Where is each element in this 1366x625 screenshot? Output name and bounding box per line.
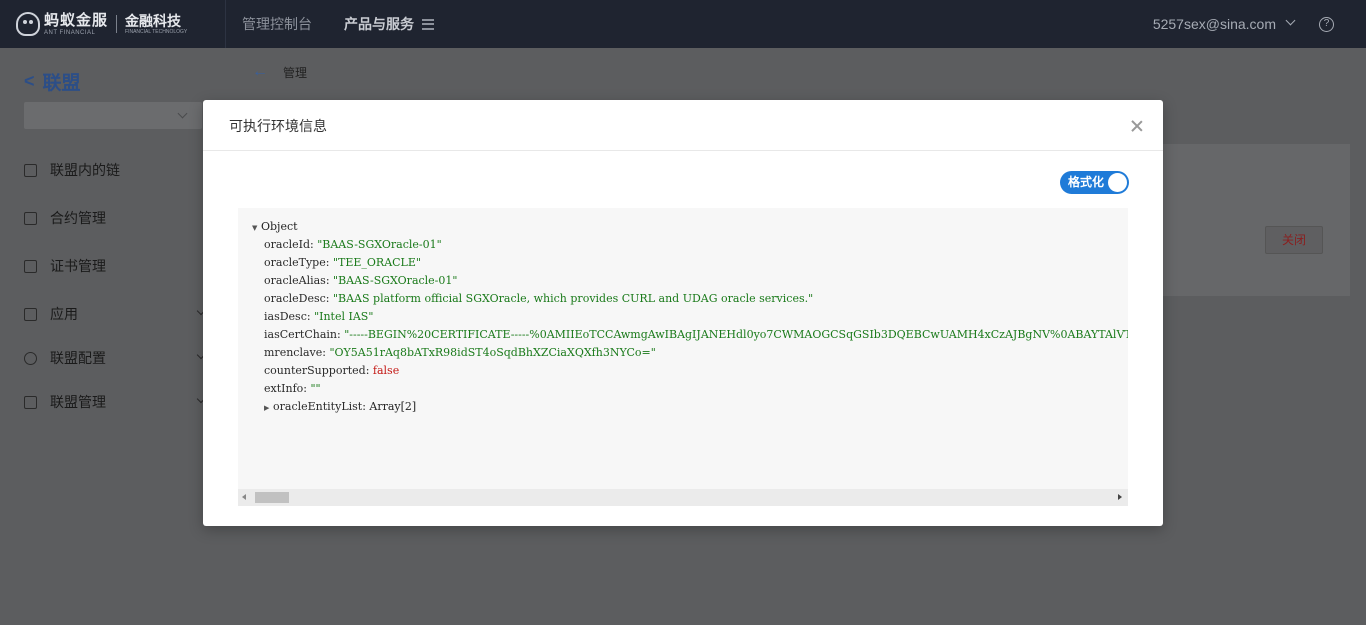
- modal-title: 可执行环境信息: [229, 118, 327, 134]
- json-field[interactable]: ▶ oracleEntityList: Array[2]: [252, 398, 1128, 416]
- scroll-left-icon[interactable]: [242, 494, 246, 500]
- json-value: "BAAS platform official SGXOracle, which…: [332, 292, 814, 305]
- back-arrow-icon[interactable]: ←: [252, 63, 268, 81]
- nav-products-services[interactable]: 产品与服务: [344, 14, 414, 34]
- sidebar-item-label: 应用: [50, 306, 78, 322]
- logo-name-en: ANT FINANCIAL: [44, 29, 96, 36]
- json-colon: :: [365, 364, 373, 377]
- sidebar-item-management[interactable]: 联盟管理: [24, 392, 210, 412]
- json-key: oracleId: [264, 238, 311, 251]
- close-icon[interactable]: [1129, 118, 1145, 134]
- json-root-label: Object: [261, 220, 298, 233]
- help-icon[interactable]: ?: [1319, 17, 1334, 32]
- json-field: iasCertChain: "-----BEGIN%20CERTIFICATE-…: [252, 326, 1128, 344]
- toggle-knob: [1108, 173, 1127, 192]
- json-value: "OY5A51rAq8bATxR98idST4oSqdBhXZCiaXQXfh3…: [329, 346, 656, 359]
- json-key: oracleType: [264, 256, 326, 269]
- sidebar-title[interactable]: < 联盟: [24, 68, 81, 95]
- json-value: "Intel IAS": [314, 310, 374, 323]
- sidebar-item-apps[interactable]: 应用: [24, 304, 210, 324]
- cube-icon: [24, 163, 37, 177]
- logo-name-cn: 蚂蚁金服: [44, 11, 109, 29]
- sidebar-item-contracts[interactable]: 合约管理: [24, 208, 210, 228]
- json-field: oracleDesc: "BAAS platform official SGXO…: [252, 290, 1128, 308]
- json-key: mrenclave: [264, 346, 323, 359]
- sidebar-item-chains[interactable]: 联盟内的链: [24, 160, 210, 180]
- json-viewer[interactable]: ▼ Object oracleId: "BAAS-SGXOracle-01" ora…: [238, 208, 1128, 506]
- format-toggle[interactable]: 格式化: [1060, 171, 1129, 194]
- sidebar-item-label: 联盟内的链: [50, 162, 120, 178]
- environment-info-modal: 可执行环境信息 格式化 ▼ Object oracleId: "BAAS-SGXO…: [203, 100, 1163, 526]
- close-button[interactable]: 关闭: [1265, 226, 1323, 254]
- json-field: oracleAlias: "BAAS-SGXOracle-01": [252, 272, 1128, 290]
- modal-header: 可执行环境信息: [203, 100, 1163, 151]
- json-colon: :: [325, 274, 334, 287]
- json-field: iasDesc: "Intel IAS": [252, 308, 1128, 326]
- json-colon: :: [325, 256, 333, 269]
- scroll-thumb[interactable]: [255, 492, 289, 503]
- triangle-down-icon[interactable]: ▼: [252, 219, 258, 237]
- breadcrumb: 管理: [283, 66, 308, 80]
- sidebar-item-certificates[interactable]: 证书管理: [24, 256, 210, 276]
- json-value: "BAAS-SGXOracle-01": [317, 238, 442, 251]
- json-root[interactable]: ▼ Object: [252, 218, 1128, 236]
- json-value: "-----BEGIN%20CERTIFICATE-----%0AMIIEoTC…: [344, 328, 1128, 341]
- sidebar-item-label: 合约管理: [50, 210, 106, 226]
- json-key: iasCertChain: [264, 328, 337, 341]
- terminal-icon: [24, 211, 37, 225]
- json-value: Array[2]: [369, 400, 417, 413]
- json-field: counterSupported: false: [252, 362, 1128, 380]
- book-icon: [24, 259, 37, 273]
- json-key: extInfo: [264, 382, 304, 395]
- scroll-right-icon[interactable]: [1118, 494, 1122, 500]
- sidebar-item-config[interactable]: 联盟配置: [24, 348, 210, 368]
- json-value: "BAAS-SGXOracle-01": [333, 274, 458, 287]
- json-colon: :: [306, 310, 315, 323]
- json-value: "": [310, 382, 321, 395]
- json-field: mrenclave: "OY5A51rAq8bATxR98idST4oSqdBh…: [252, 344, 1128, 362]
- logo-fin-cn: 金融科技: [125, 12, 182, 29]
- chain-select[interactable]: [24, 102, 202, 129]
- back-arrow-icon[interactable]: <: [24, 71, 35, 92]
- json-field: extInfo: "": [252, 380, 1128, 398]
- json-value: false: [372, 364, 400, 377]
- json-field: oracleType: "TEE_ORACLE": [252, 254, 1128, 272]
- sidebar: < 联盟 联盟内的链 合约管理 证书管理 应用 联盟配置 联盟管理: [0, 48, 226, 625]
- gear-icon: [24, 351, 37, 365]
- chevron-down-icon[interactable]: [1285, 15, 1296, 26]
- format-toggle-label: 格式化: [1068, 175, 1105, 189]
- logo[interactable]: 蚂蚁金服 ANT FINANCIAL 金融科技 FINANCIAL TECHNO…: [0, 0, 226, 48]
- grid-icon: [24, 307, 37, 321]
- menu-icon[interactable]: [422, 18, 434, 30]
- json-tree: ▼ Object oracleId: "BAAS-SGXOracle-01" ora…: [252, 218, 1128, 416]
- json-colon: :: [325, 292, 333, 305]
- document-icon: [24, 395, 37, 409]
- sidebar-item-label: 联盟配置: [50, 350, 106, 366]
- json-key: oracleEntityList: [273, 400, 363, 413]
- top-navigation-bar: 蚂蚁金服 ANT FINANCIAL 金融科技 FINANCIAL TECHNO…: [0, 0, 1366, 48]
- json-field: oracleId: "BAAS-SGXOracle-01": [252, 236, 1128, 254]
- json-key: counterSupported: [264, 364, 366, 377]
- horizontal-scrollbar[interactable]: [238, 489, 1128, 506]
- json-value: "TEE_ORACLE": [332, 256, 421, 269]
- triangle-right-icon[interactable]: ▶: [264, 399, 270, 417]
- logo-fin-en: FINANCIAL TECHNOLOGY: [125, 28, 188, 35]
- sidebar-item-label: 联盟管理: [50, 394, 106, 410]
- logo-divider: [116, 15, 118, 33]
- sidebar-item-label: 证书管理: [50, 258, 106, 274]
- sidebar-title-label: 联盟: [42, 73, 81, 94]
- json-key: oracleAlias: [264, 274, 326, 287]
- json-key: iasDesc: [264, 310, 307, 323]
- user-account[interactable]: 5257sex@sina.com: [1153, 16, 1276, 32]
- json-key: oracleDesc: [264, 292, 326, 305]
- nav-console[interactable]: 管理控制台: [242, 14, 312, 34]
- ant-logo-icon: [16, 12, 40, 36]
